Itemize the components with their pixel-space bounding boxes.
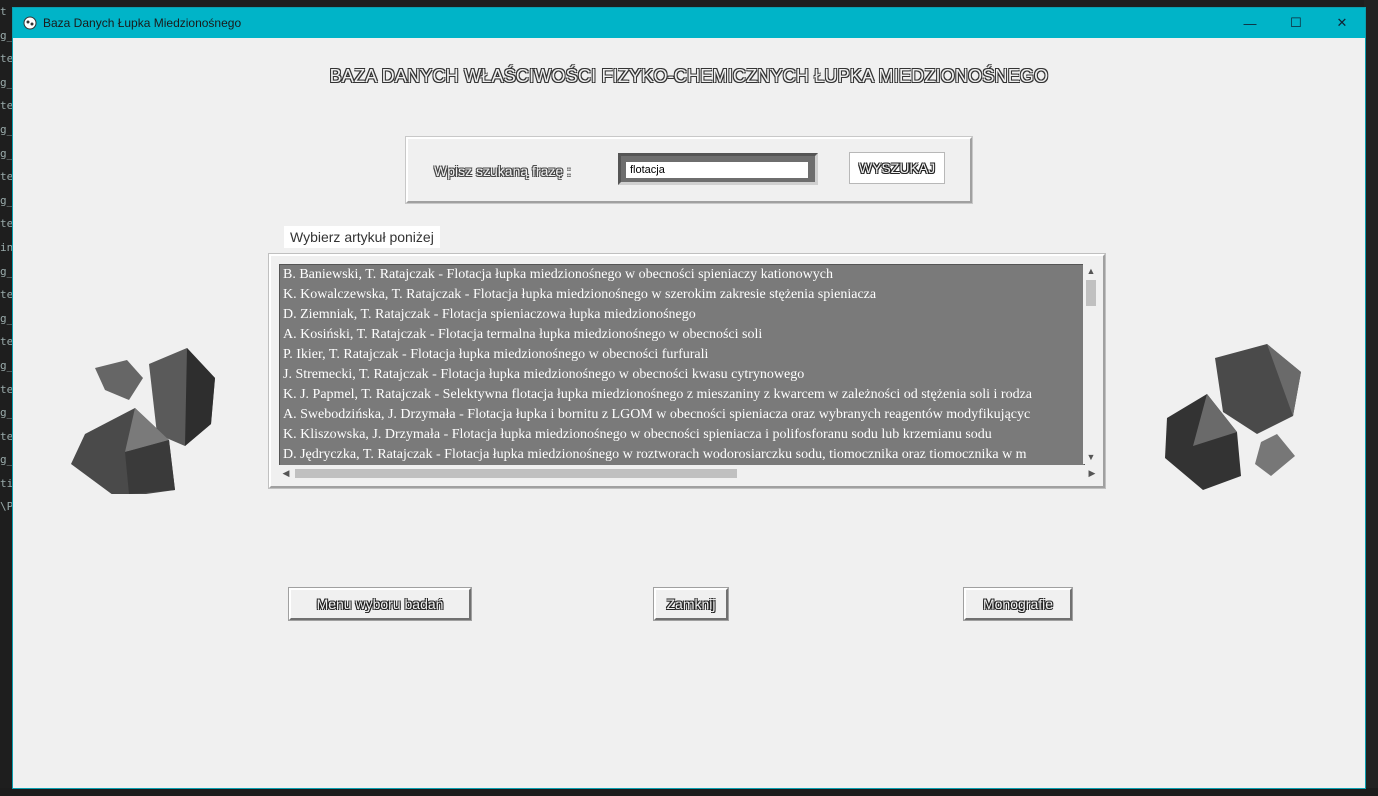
terminal-line: g_ <box>0 264 14 278</box>
background-right <box>1364 0 1378 796</box>
horizontal-scrollbar[interactable]: ◀ ▶ <box>279 465 1099 481</box>
list-item[interactable]: D. Ziemniak, T. Ratajczak - Flotacja spi… <box>280 305 1084 325</box>
search-input-frame <box>618 153 818 185</box>
terminal-line: g_ <box>0 75 14 89</box>
minimize-button[interactable]: — <box>1227 8 1273 38</box>
articles-panel: B. Baniewski, T. Ratajczak - Flotacja łu… <box>269 254 1105 488</box>
terminal-line: g_ <box>0 311 14 325</box>
terminal-line: g_ <box>0 146 14 160</box>
terminal-line: g_ <box>0 193 14 207</box>
search-input[interactable] <box>626 162 808 178</box>
close-button[interactable]: Zamknij <box>654 588 728 620</box>
terminal-line: te <box>0 288 14 302</box>
terminal-line: te <box>0 217 14 231</box>
terminal-line: te <box>0 52 14 66</box>
terminal-line: te <box>0 99 14 113</box>
search-label: Wpisz szukaną frazę : <box>434 163 571 179</box>
menu-button[interactable]: Menu wyboru badań <box>289 588 471 620</box>
list-item[interactable]: K. J. Papmel, T. Ratajczak - Selektywna … <box>280 385 1084 405</box>
vertical-scrollbar[interactable]: ▲ ▼ <box>1083 264 1099 464</box>
list-item[interactable]: K. Kliszowska, J. Drzymała - Flotacja łu… <box>280 425 1084 445</box>
terminal-line: g_ <box>0 406 14 420</box>
articles-listbox[interactable]: B. Baniewski, T. Ratajczak - Flotacja łu… <box>279 264 1085 466</box>
terminal-line: tic <box>0 476 14 490</box>
rock-left-icon <box>71 348 215 494</box>
horizontal-scroll-thumb[interactable] <box>295 469 737 478</box>
search-button[interactable]: WYSZUKAJ <box>849 152 945 184</box>
terminal-line: g_ <box>0 28 14 42</box>
monographs-button[interactable]: Monografie <box>964 588 1072 620</box>
terminal-line: g_ <box>0 453 14 467</box>
rock-right-icon <box>1165 344 1301 490</box>
terminal-line: te <box>0 429 14 443</box>
list-item[interactable]: P. Ikier, T. Ratajczak - Flotacja łupka … <box>280 345 1084 365</box>
list-item[interactable]: B. Baniewski, T. Ratajczak - Flotacja łu… <box>280 265 1084 285</box>
list-item[interactable]: K. Kowalczewska, T. Ratajczak - Flotacja… <box>280 285 1084 305</box>
scroll-right-icon[interactable]: ▶ <box>1085 465 1099 481</box>
terminal-line: te <box>0 335 14 349</box>
list-item[interactable]: J. Stremecki, T. Ratajczak - Flotacja łu… <box>280 365 1084 385</box>
close-window-button[interactable]: ✕ <box>1319 8 1365 38</box>
title-bar[interactable]: Baza Danych Łupka Miedzionośnego — ☐ ✕ <box>13 8 1365 38</box>
background-bottom <box>0 788 1378 796</box>
list-item[interactable]: A. Swebodzińska, J. Drzymała - Flotacja … <box>280 405 1084 425</box>
scroll-up-icon[interactable]: ▲ <box>1083 264 1099 278</box>
scroll-down-icon[interactable]: ▼ <box>1083 450 1099 464</box>
terminal-line: g_ <box>0 358 14 372</box>
list-item[interactable]: A. Kosiński, T. Ratajczak - Flotacja ter… <box>280 325 1084 345</box>
terminal-line: \P <box>0 500 14 514</box>
terminal-line: te <box>0 382 14 396</box>
terminal-line: t <box>0 5 7 18</box>
app-window: Baza Danych Łupka Miedzionośnego — ☐ ✕ B… <box>13 8 1365 788</box>
search-panel: Wpisz szukaną frazę : WYSZUKAJ <box>406 137 972 203</box>
background-terminal: t g_ te g_ te g_ g_ te g_ te in g_ te g_ te g_ te g_ te g_ t… <box>0 0 14 796</box>
maximize-button[interactable]: ☐ <box>1273 8 1319 38</box>
app-icon <box>23 16 37 30</box>
scroll-left-icon[interactable]: ◀ <box>279 465 293 481</box>
page-title: BAZA DANYCH WŁAŚCIWOŚCI FIZYKO-CHEMICZNY… <box>329 66 1049 86</box>
vertical-scroll-thumb[interactable] <box>1086 280 1096 306</box>
terminal-line: g_ <box>0 122 14 136</box>
window-title: Baza Danych Łupka Miedzionośnego <box>43 16 242 30</box>
articles-label: Wybierz artykuł poniżej <box>284 226 440 248</box>
terminal-line: in <box>0 240 14 254</box>
list-item[interactable]: D. Jędryczka, T. Ratajczak - Flotacja łu… <box>280 445 1084 465</box>
terminal-line: te <box>0 170 14 184</box>
